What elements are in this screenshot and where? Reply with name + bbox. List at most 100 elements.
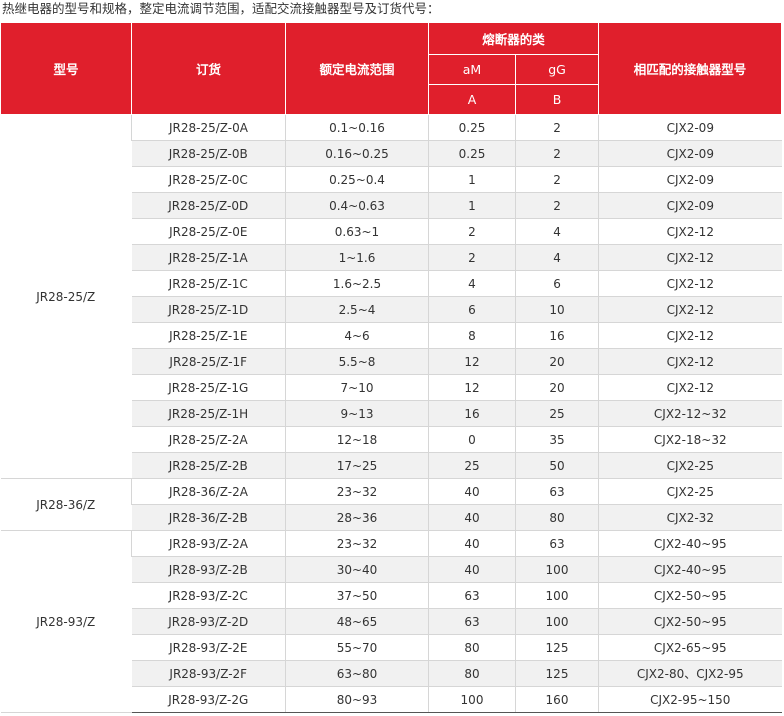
fuse-gg-cell: 80 xyxy=(514,504,599,531)
current-range-cell: 28~36 xyxy=(285,504,429,531)
fuse-am-cell: 2 xyxy=(428,244,516,271)
header-model: 型号 xyxy=(0,22,132,115)
contactor-cell: CJX2-09 xyxy=(598,166,782,193)
order-cell: JR28-36/Z-2B xyxy=(131,504,286,531)
contactor-cell: CJX2-50~95 xyxy=(598,582,782,609)
order-cell: JR28-93/Z-2C xyxy=(131,582,286,609)
current-range-cell: 0.25~0.4 xyxy=(285,166,429,193)
order-cell: JR28-25/Z-0B xyxy=(131,140,286,167)
current-range-cell: 9~13 xyxy=(285,400,429,427)
fuse-gg-cell: 25 xyxy=(514,400,599,427)
fuse-gg-cell: 4 xyxy=(514,218,599,245)
order-cell: JR28-25/Z-1G xyxy=(131,374,286,401)
current-range-cell: 2.5~4 xyxy=(285,296,429,323)
fuse-am-cell: 0.25 xyxy=(428,140,516,167)
current-range-cell: 0.4~0.63 xyxy=(285,192,429,219)
order-cell: JR28-93/Z-2E xyxy=(131,634,286,661)
contactor-cell: CJX2-25 xyxy=(598,452,782,479)
fuse-am-cell: 40 xyxy=(428,556,516,583)
fuse-am-cell: 100 xyxy=(428,686,516,713)
fuse-am-cell: 80 xyxy=(428,634,516,661)
order-cell: JR28-25/Z-1A xyxy=(131,244,286,271)
order-cell: JR28-93/Z-2F xyxy=(131,660,286,687)
contactor-cell: CJX2-12 xyxy=(598,296,782,323)
order-cell: JR28-93/Z-2A xyxy=(131,530,286,557)
model-cell: JR28-36/Z xyxy=(0,478,132,531)
current-range-cell: 0.63~1 xyxy=(285,218,429,245)
contactor-cell: CJX2-09 xyxy=(598,114,782,141)
current-range-cell: 30~40 xyxy=(285,556,429,583)
order-cell: JR28-25/Z-1F xyxy=(131,348,286,375)
fuse-am-cell: 1 xyxy=(428,192,516,219)
fuse-am-cell: 25 xyxy=(428,452,516,479)
order-cell: JR28-25/Z-1H xyxy=(131,400,286,427)
contactor-cell: CJX2-65~95 xyxy=(598,634,782,661)
order-cell: JR28-25/Z-0C xyxy=(131,166,286,193)
current-range-cell: 0.1~0.16 xyxy=(285,114,429,141)
fuse-gg-cell: 63 xyxy=(514,530,599,557)
contactor-cell: CJX2-12~32 xyxy=(598,400,782,427)
current-range-cell: 63~80 xyxy=(285,660,429,687)
header-order: 订货 xyxy=(131,22,286,115)
fuse-am-cell: 63 xyxy=(428,582,516,609)
order-cell: JR28-25/Z-0D xyxy=(131,192,286,219)
fuse-am-cell: 8 xyxy=(428,322,516,349)
order-cell: JR28-93/Z-2B xyxy=(131,556,286,583)
fuse-gg-cell: 20 xyxy=(514,348,599,375)
relay-spec-table: 型号 订货 额定电流范围 熔断器的类 相匹配的接触器型号 aM gG A B J… xyxy=(0,22,783,713)
contactor-cell: CJX2-18~32 xyxy=(598,426,782,453)
contactor-cell: CJX2-25 xyxy=(598,478,782,505)
contactor-cell: CJX2-12 xyxy=(598,374,782,401)
fuse-gg-cell: 160 xyxy=(514,686,599,713)
current-range-cell: 7~10 xyxy=(285,374,429,401)
current-range-cell: 5.5~8 xyxy=(285,348,429,375)
table-row: JR28-36/Z JR28-36/Z-2A 23~32 40 63 CJX2-25 xyxy=(0,478,782,531)
current-range-cell: 23~32 xyxy=(285,530,429,557)
table-caption: 热继电器的型号和规格，整定电流调节范围，适配交流接触器型号及订货代号： xyxy=(2,1,440,16)
header-current-range: 额定电流范围 xyxy=(285,22,429,115)
fuse-am-cell: 16 xyxy=(428,400,516,427)
fuse-gg-cell: 125 xyxy=(514,660,599,687)
fuse-gg-cell: 10 xyxy=(514,296,599,323)
current-range-cell: 17~25 xyxy=(285,452,429,479)
current-range-cell: 55~70 xyxy=(285,634,429,661)
model-cell: JR28-25/Z xyxy=(0,114,132,479)
current-range-cell: 80~93 xyxy=(285,686,429,713)
contactor-cell: CJX2-12 xyxy=(598,218,782,245)
fuse-am-cell: 63 xyxy=(428,608,516,635)
order-cell: JR28-25/Z-1C xyxy=(131,270,286,297)
header-contactor: 相匹配的接触器型号 xyxy=(598,22,783,115)
fuse-am-cell: 80 xyxy=(428,660,516,687)
fuse-gg-cell: 20 xyxy=(514,374,599,401)
table-body: JR28-25/Z JR28-25/Z-0A 0.1~0.16 0.25 2 CJX2-0… xyxy=(0,114,782,713)
contactor-cell: CJX2-12 xyxy=(598,322,782,349)
contactor-cell: CJX2-50~95 xyxy=(598,608,782,635)
header-fuse-b: B xyxy=(514,84,600,115)
table-row: JR28-93/Z JR28-93/Z-2A 23~32 40 63 CJX2-40~95 xyxy=(0,530,782,713)
current-range-cell: 48~65 xyxy=(285,608,429,635)
fuse-am-cell: 1 xyxy=(428,166,516,193)
fuse-gg-cell: 2 xyxy=(514,166,599,193)
contactor-cell: CJX2-80、CJX2-95 xyxy=(598,660,782,687)
fuse-gg-cell: 2 xyxy=(514,114,599,141)
order-cell: JR28-25/Z-2B xyxy=(131,452,286,479)
current-range-cell: 0.16~0.25 xyxy=(285,140,429,167)
fuse-gg-cell: 125 xyxy=(514,634,599,661)
contactor-cell: CJX2-95~150 xyxy=(598,686,782,713)
header-fuse-group: 熔断器的类 xyxy=(427,22,600,55)
fuse-gg-cell: 50 xyxy=(514,452,599,479)
order-cell: JR28-93/Z-2D xyxy=(131,608,286,635)
fuse-am-cell: 6 xyxy=(428,296,516,323)
fuse-gg-cell: 63 xyxy=(514,478,599,505)
fuse-gg-cell: 100 xyxy=(514,582,599,609)
order-cell: JR28-25/Z-0E xyxy=(131,218,286,245)
contactor-cell: CJX2-32 xyxy=(598,504,782,531)
current-range-cell: 23~32 xyxy=(285,478,429,505)
fuse-am-cell: 0 xyxy=(428,426,516,453)
header-fuse-a: A xyxy=(428,84,516,115)
contactor-cell: CJX2-12 xyxy=(598,348,782,375)
model-cell: JR28-93/Z xyxy=(0,530,132,713)
order-cell: JR28-25/Z-0A xyxy=(131,114,286,141)
fuse-am-cell: 40 xyxy=(428,530,516,557)
fuse-am-cell: 0.25 xyxy=(428,114,516,141)
